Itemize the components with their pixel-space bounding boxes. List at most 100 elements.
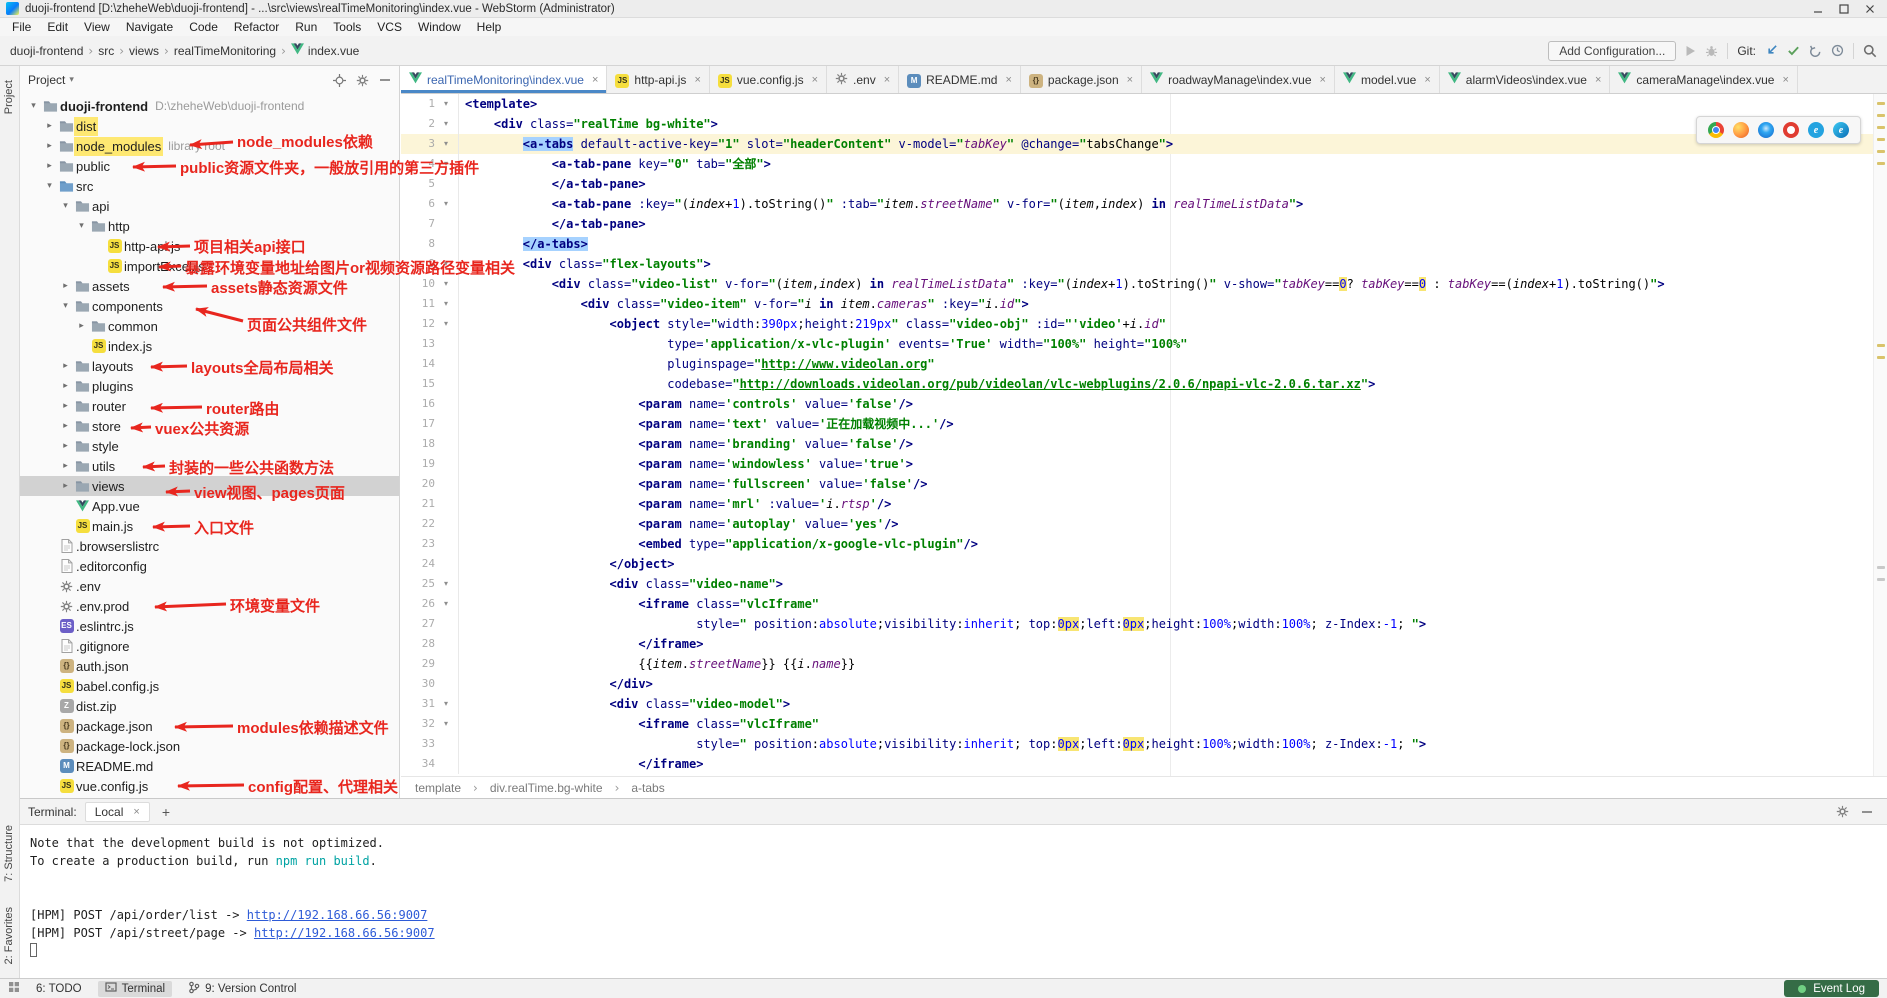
close-tab-icon[interactable]: ×	[694, 74, 700, 86]
code-line-text[interactable]: <embed type="application/x-google-vlc-pl…	[459, 534, 1887, 554]
code-editor[interactable]: 1▾<template>2▾ <div class="realTime bg-w…	[401, 94, 1887, 776]
close-tab-icon[interactable]: ×	[1005, 74, 1011, 86]
terminal-output[interactable]: Note that the development build is not o…	[20, 825, 1887, 960]
maximize-button[interactable]	[1831, 1, 1857, 17]
opera-icon[interactable]	[1783, 122, 1799, 138]
event-log-button[interactable]: Event Log	[1784, 980, 1879, 997]
close-tab-icon[interactable]: ×	[1595, 74, 1601, 86]
tree-item-vue.config.js[interactable]: JSvue.config.js	[20, 776, 399, 796]
tree-item-http[interactable]: ▾http	[20, 216, 399, 236]
chevron-collapsed-icon[interactable]: ▸	[58, 401, 73, 411]
chevron-expanded-icon[interactable]: ▾	[58, 201, 73, 211]
ie-icon[interactable]: e	[1808, 122, 1824, 138]
menu-edit[interactable]: Edit	[39, 20, 76, 34]
tree-item-common[interactable]: ▸common	[20, 316, 399, 336]
tree-item-components[interactable]: ▾components	[20, 296, 399, 316]
chevron-expanded-icon[interactable]: ▾	[74, 221, 89, 231]
tree-item-package-lock.json[interactable]: {}package-lock.json	[20, 736, 399, 756]
code-line-text[interactable]: style=" position:absolute;visibility:inh…	[459, 734, 1887, 754]
chevron-expanded-icon[interactable]: ▾	[42, 181, 57, 191]
code-line-text[interactable]: </iframe>	[459, 634, 1887, 654]
code-line-text[interactable]: <param name='autoplay' value='yes'/>	[459, 514, 1887, 534]
fold-marker-icon[interactable]: ▾	[435, 274, 457, 294]
terminal-link[interactable]: http://192.168.66.56:9007	[247, 908, 428, 922]
code-line-text[interactable]: </div>	[459, 674, 1887, 694]
fold-marker-icon[interactable]: ▾	[435, 294, 457, 314]
tree-item-README.md[interactable]: MREADME.md	[20, 756, 399, 776]
tree-item-.browserslistrc[interactable]: .browserslistrc	[20, 536, 399, 556]
menu-window[interactable]: Window	[410, 20, 469, 34]
code-line-text[interactable]: <div class="video-model">	[459, 694, 1887, 714]
tree-item-index.js[interactable]: JSindex.js	[20, 336, 399, 356]
tree-item-.env[interactable]: .env	[20, 576, 399, 596]
tree-item-auth.json[interactable]: {}auth.json	[20, 656, 399, 676]
debug-icon[interactable]	[1705, 45, 1718, 57]
editor-tab-alarmVideos-index.vue[interactable]: alarmVideos\index.vue×	[1440, 66, 1611, 93]
code-line-text[interactable]: </a-tab-pane>	[459, 174, 1887, 194]
code-line-text[interactable]: <iframe class="vlcIframe"	[459, 594, 1887, 614]
tree-item-style[interactable]: ▸style	[20, 436, 399, 456]
editor-tab-model.vue[interactable]: model.vue×	[1335, 66, 1440, 93]
tree-item-router[interactable]: ▸router	[20, 396, 399, 416]
settings-icon[interactable]	[1836, 805, 1849, 818]
fold-marker-icon[interactable]: ▾	[435, 694, 457, 714]
code-line-text[interactable]: <div class="video-item" v-for="i in item…	[459, 294, 1887, 314]
stripe-button-structure[interactable]: 7: Structure	[3, 825, 15, 882]
run-icon[interactable]	[1685, 45, 1696, 57]
error-stripe[interactable]	[1873, 94, 1887, 776]
code-line-text[interactable]: </iframe>	[459, 754, 1887, 774]
fold-marker-icon[interactable]: ▾	[435, 94, 457, 114]
tree-item-layouts[interactable]: ▸layouts	[20, 356, 399, 376]
statusbar-item-switcher[interactable]	[8, 981, 20, 996]
chevron-collapsed-icon[interactable]: ▸	[58, 381, 73, 391]
code-line-text[interactable]: <div class="realTime bg-white">	[459, 114, 1887, 134]
statusbar-item-Terminal[interactable]: Terminal	[98, 981, 172, 997]
breadcrumb-item-duoji-frontend[interactable]: duoji-frontend	[10, 44, 83, 58]
statusbar-item-6: TODO[interactable]: 6: TODO	[36, 983, 82, 995]
history-icon[interactable]	[1831, 44, 1844, 57]
menu-view[interactable]: View	[76, 20, 118, 34]
menu-help[interactable]: Help	[469, 20, 510, 34]
close-tab-icon[interactable]: ×	[812, 74, 818, 86]
safari-icon[interactable]	[1758, 122, 1774, 138]
breadcrumb-item-index.vue[interactable]: index.vue	[291, 43, 359, 58]
firefox-icon[interactable]	[1733, 122, 1749, 138]
code-line-text[interactable]: </object>	[459, 554, 1887, 574]
code-line-text[interactable]: style=" position:absolute;visibility:inh…	[459, 614, 1887, 634]
fold-marker-icon[interactable]: ▾	[435, 254, 457, 274]
tree-item-node_modules[interactable]: ▸node_moduleslibrary root	[20, 136, 399, 156]
code-line-text[interactable]: <div class="flex-layouts">	[459, 254, 1887, 274]
code-line-text[interactable]: <param name='windowless' value='true'>	[459, 454, 1887, 474]
fold-marker-icon[interactable]: ▾	[435, 154, 457, 174]
chevron-collapsed-icon[interactable]: ▸	[58, 361, 73, 371]
chevron-collapsed-icon[interactable]: ▸	[58, 481, 73, 491]
code-line-text[interactable]: pluginspage="http://www.videolan.org"	[459, 354, 1887, 374]
tree-item-views[interactable]: ▸views	[20, 476, 399, 496]
code-line-text[interactable]: <a-tab-pane key="0" tab="全部">	[459, 154, 1887, 174]
tree-item-.eslintrc.js[interactable]: ES.eslintrc.js	[20, 616, 399, 636]
fold-marker-icon[interactable]: ▾	[435, 594, 457, 614]
tree-item-importExcel.js[interactable]: JSimportExcel.js	[20, 256, 399, 276]
editor-tab-vue.config.js[interactable]: JSvue.config.js×	[710, 66, 827, 93]
menu-run[interactable]: Run	[287, 20, 325, 34]
close-tab-icon[interactable]: ×	[1127, 74, 1133, 86]
code-line-text[interactable]: <param name='text' value='正在加载视频中...'/>	[459, 414, 1887, 434]
editor-tab-http-api.js[interactable]: JShttp-api.js×	[607, 66, 709, 93]
tree-item-main.js[interactable]: JSmain.js	[20, 516, 399, 536]
search-icon[interactable]	[1863, 44, 1877, 58]
code-line-text[interactable]: codebase="http://downloads.videolan.org/…	[459, 374, 1887, 394]
tree-item-.gitignore[interactable]: .gitignore	[20, 636, 399, 656]
editor-tab-roadwayManage-index.vue[interactable]: roadwayManage\index.vue×	[1142, 66, 1335, 93]
close-tab-icon[interactable]: ×	[1782, 74, 1788, 86]
tree-item-dist[interactable]: ▸dist	[20, 116, 399, 136]
fold-marker-icon[interactable]: ▾	[435, 134, 457, 154]
tree-item-src[interactable]: ▾src	[20, 176, 399, 196]
minimize-button[interactable]	[1805, 1, 1831, 17]
code-line-text[interactable]: <iframe class="vlcIframe"	[459, 714, 1887, 734]
tree-item-App.vue[interactable]: App.vue	[20, 496, 399, 516]
tree-item-store[interactable]: ▸store	[20, 416, 399, 436]
close-tab-icon[interactable]: ×	[1320, 74, 1326, 86]
terminal-tab-local[interactable]: Local ×	[85, 802, 150, 822]
tree-item-dist.zip[interactable]: Zdist.zip	[20, 696, 399, 716]
tree-item-duoji-frontend[interactable]: ▾duoji-frontendD:\zheheWeb\duoji-fronten…	[20, 96, 399, 116]
